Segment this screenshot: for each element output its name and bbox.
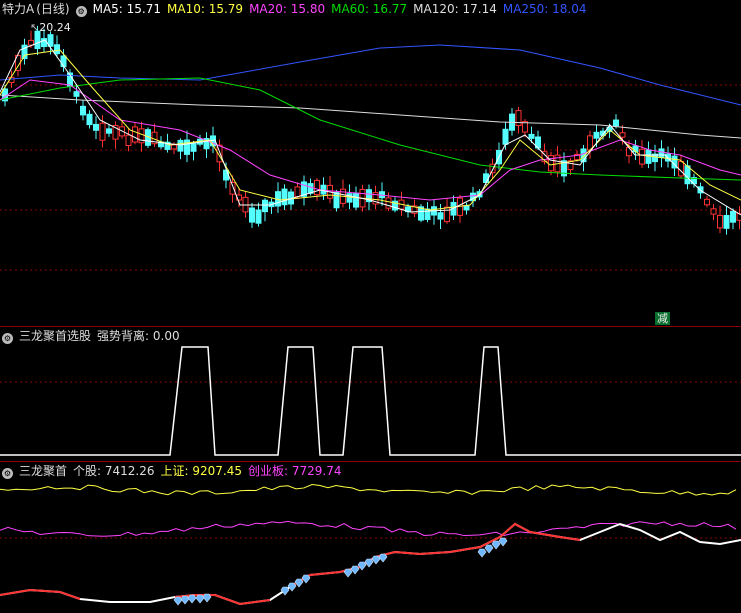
cyb-index-value: 创业板: 7729.74: [247, 464, 342, 478]
ma120-label: MA120: 17.14: [413, 2, 497, 16]
candle-body: [60, 55, 67, 68]
candle-body: [639, 148, 645, 165]
ma250-line: [0, 44, 741, 106]
bottom-indicator-panel[interactable]: ⚙ 三龙聚首 个股: 7412.26 上证: 9207.45 创业板: 7729.74: [0, 462, 741, 613]
high-price-label: ↖20.24: [30, 21, 71, 34]
indicator-name: 三龙聚首选股: [19, 329, 92, 343]
candle-body: [723, 214, 730, 229]
candle-body: [190, 143, 197, 152]
candle-body: [333, 192, 340, 209]
candle-body: [106, 128, 112, 134]
stock-strength-value: 个股: 7412.26: [73, 464, 155, 478]
candle-body: [593, 131, 600, 139]
candle-body: [613, 119, 619, 127]
diamond-signal-icon: [498, 537, 508, 547]
settings-icon[interactable]: ⚙: [75, 6, 87, 17]
indicator-header: ⚙ 三龙聚首选股 强势背离: 0.00: [2, 329, 186, 344]
candle-body: [171, 144, 177, 150]
candle-body: [262, 199, 268, 213]
candle-body: [80, 105, 86, 116]
candle-body: [626, 146, 632, 157]
ma20-label: MA20: 15.80: [249, 2, 326, 16]
diamond-signal-icon: [180, 595, 190, 605]
bottom-header: ⚙ 三龙聚首 个股: 7412.26 上证: 9207.45 创业板: 7729.74: [2, 464, 347, 479]
candle-body: [437, 212, 444, 220]
period-label: (日线): [36, 2, 70, 16]
candle-body: [125, 134, 132, 147]
candle-body: [54, 44, 60, 55]
ma60-label: MA60: 16.77: [331, 2, 408, 16]
candle-body: [255, 209, 262, 224]
diamond-signal-icon: [364, 558, 374, 568]
candle-body: [294, 186, 301, 198]
bottom-indicator-name: 三龙聚首: [19, 464, 68, 478]
candle-body: [73, 91, 80, 97]
kline-chart[interactable]: [0, 0, 741, 326]
candle-body: [99, 122, 106, 141]
candle-body: [385, 197, 392, 209]
indicator-chart[interactable]: [0, 327, 741, 461]
candle-body: [515, 110, 522, 127]
ma20-line: [0, 79, 741, 201]
candle-body: [132, 126, 138, 143]
candle-body: [684, 165, 691, 185]
candle-body: [444, 206, 450, 223]
strength-chart[interactable]: [0, 462, 741, 613]
main-panel-header: 特力A (日线) ⚙ MA5: 15.71 MA10: 15.79 MA20: 15.80…: [2, 2, 593, 17]
candle-body: [93, 123, 99, 131]
settings-icon[interactable]: ⚙: [2, 333, 13, 344]
candle-body: [41, 38, 47, 48]
candle-body: [502, 128, 509, 145]
sh-index-value: 上证: 9207.45: [160, 464, 242, 478]
selection-signal-line: [0, 346, 741, 456]
shanghai-index-line: [0, 484, 737, 496]
stock-name: 特力A: [2, 2, 35, 16]
candle-body: [86, 113, 93, 126]
candle-body: [463, 205, 470, 211]
candle-body: [717, 214, 723, 229]
indicator-panel[interactable]: ⚙ 三龙聚首选股 强势背离: 0.00: [0, 327, 741, 461]
diamond-signal-icon: [350, 565, 360, 575]
candle-body: [730, 210, 736, 223]
candle-body: [249, 207, 255, 223]
diamond-signal-icon: [202, 593, 212, 603]
diamond-signal-icon: [343, 568, 353, 578]
candle-body: [346, 193, 353, 203]
diamond-signal-icon: [187, 594, 197, 604]
signal-badge: 减: [655, 312, 670, 325]
candle-body: [177, 139, 184, 152]
candlestick-panel[interactable]: 特力A (日线) ⚙ MA5: 15.71 MA10: 15.79 MA20: 15.80…: [0, 0, 741, 326]
diamond-signal-icon: [280, 586, 290, 596]
indicator-param: 强势背离: 0.00: [97, 329, 180, 343]
diamond-signal-icon: [477, 548, 487, 558]
candle-body: [619, 132, 626, 138]
ma250-label: MA250: 18.04: [502, 2, 587, 16]
candle-body: [704, 198, 710, 206]
candle-body: [223, 169, 229, 181]
ma10-label: MA10: 15.79: [167, 2, 244, 16]
candle-body: [353, 192, 359, 208]
candle-body: [658, 148, 665, 158]
diamond-signal-icon: [195, 594, 205, 604]
candle-body: [320, 184, 327, 195]
candle-body: [483, 173, 489, 183]
strong-segment-line: [0, 588, 81, 600]
settings-icon[interactable]: ⚙: [2, 468, 13, 479]
diamond-signal-icon: [378, 553, 388, 563]
diamond-signal-icon: [173, 596, 183, 606]
candle-body: [314, 179, 320, 196]
chinext-index-line: [0, 520, 737, 537]
candle-body: [528, 133, 535, 139]
ma5-label: MA5: 15.71: [92, 2, 162, 16]
candle-body: [710, 208, 717, 215]
candle-body: [281, 188, 288, 206]
